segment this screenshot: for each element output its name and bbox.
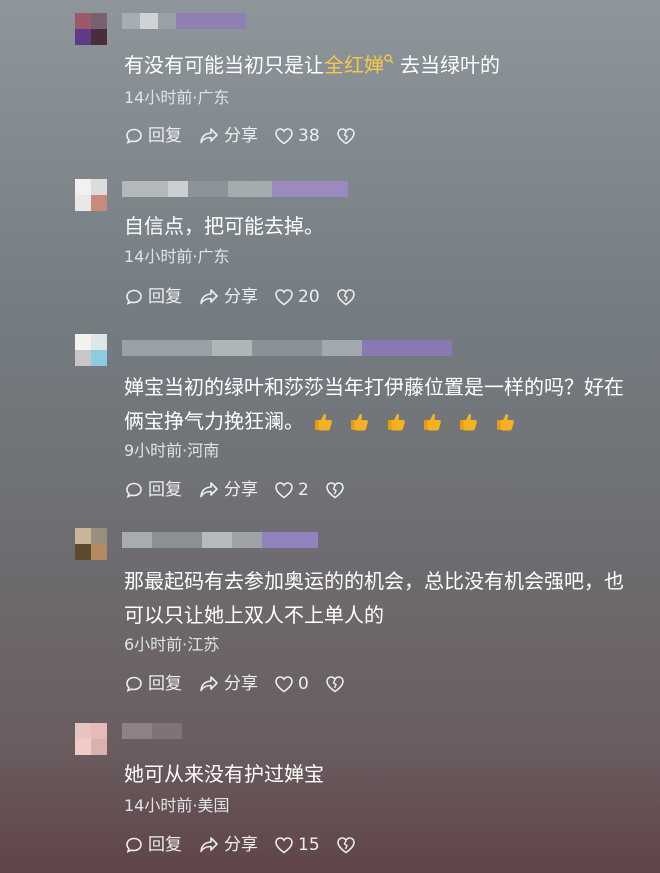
- like-count: 15: [298, 835, 320, 855]
- comment-text: 那最起码有去参加奥运的的机会，总比没有机会强吧，也 可以只让她上双人不上单人的: [124, 564, 659, 632]
- dislike-button[interactable]: [336, 127, 360, 145]
- broken-heart-icon: [336, 128, 355, 145]
- username-blurred[interactable]: [122, 13, 246, 29]
- search-icon[interactable]: [384, 54, 396, 65]
- like-count: 2: [298, 480, 309, 500]
- share-icon: [200, 676, 218, 692]
- share-label: 分享: [224, 287, 258, 307]
- share-button[interactable]: 分享: [198, 478, 258, 502]
- reply-icon: [126, 482, 142, 498]
- username-blurred[interactable]: [122, 340, 452, 356]
- comment-actions: 回复 分享 38: [124, 124, 376, 148]
- comment-text: 有没有可能当初只是让全红婵 去当绿叶的: [124, 48, 659, 82]
- reply-label: 回复: [148, 674, 182, 694]
- reply-icon: [126, 676, 142, 692]
- share-icon: [200, 289, 218, 305]
- share-label: 分享: [224, 835, 258, 855]
- username-blurred[interactable]: [122, 532, 318, 548]
- comment-meta: 14小时前·美国: [124, 796, 230, 815]
- like-count: 0: [298, 674, 309, 694]
- thumbs-up-icon: [423, 411, 443, 433]
- share-icon: [200, 482, 218, 498]
- reply-label: 回复: [148, 126, 182, 146]
- like-button[interactable]: 0: [274, 672, 309, 696]
- reply-icon: [126, 128, 142, 144]
- thumbs-up-icon: [314, 411, 334, 433]
- share-icon: [200, 837, 218, 853]
- avatar[interactable]: [75, 13, 107, 45]
- comment-actions: 回复 分享 0: [124, 672, 365, 696]
- avatar[interactable]: [75, 723, 107, 755]
- reply-label: 回复: [148, 835, 182, 855]
- heart-icon: [275, 482, 293, 499]
- heart-icon: [275, 837, 293, 854]
- reply-icon: [126, 289, 142, 305]
- comment-meta: 9小时前·河南: [124, 441, 220, 460]
- comment-actions: 回复 分享 15: [124, 833, 376, 857]
- comment-text-part: 有没有可能当初只是让: [124, 53, 324, 77]
- reply-label: 回复: [148, 480, 182, 500]
- comment-text-part: 俩宝挣气力挽狂澜。: [124, 409, 304, 433]
- heart-icon: [275, 289, 293, 306]
- reply-button[interactable]: 回复: [124, 672, 182, 696]
- broken-heart-icon: [336, 837, 355, 854]
- comment-meta: 14小时前·广东: [124, 88, 230, 107]
- like-count: 38: [298, 126, 320, 146]
- comment-meta: 6小时前·江苏: [124, 635, 220, 654]
- share-button[interactable]: 分享: [198, 285, 258, 309]
- reply-button[interactable]: 回复: [124, 124, 182, 148]
- dislike-button[interactable]: [336, 288, 360, 306]
- avatar[interactable]: [75, 528, 107, 560]
- username-blurred[interactable]: [122, 181, 348, 197]
- thumbs-up-emoji-row: [304, 406, 516, 440]
- reply-icon: [126, 837, 142, 853]
- thumbs-up-icon: [350, 411, 370, 433]
- comment-actions: 回复 分享 2: [124, 478, 365, 502]
- heart-icon: [275, 676, 293, 693]
- reply-label: 回复: [148, 287, 182, 307]
- like-button[interactable]: 2: [274, 478, 309, 502]
- share-label: 分享: [224, 126, 258, 146]
- like-button[interactable]: 15: [274, 833, 320, 857]
- comment-text: 她可从来没有护过婵宝: [124, 762, 324, 786]
- reply-button[interactable]: 回复: [124, 285, 182, 309]
- share-icon: [200, 128, 218, 144]
- dislike-button[interactable]: [325, 481, 349, 499]
- comment-text: 自信点，把可能去掉。: [124, 214, 324, 238]
- comment-meta: 14小时前·广东: [124, 247, 230, 266]
- dislike-button[interactable]: [336, 836, 360, 854]
- share-label: 分享: [224, 674, 258, 694]
- avatar[interactable]: [75, 334, 107, 366]
- reply-button[interactable]: 回复: [124, 478, 182, 502]
- reply-button[interactable]: 回复: [124, 833, 182, 857]
- username-blurred[interactable]: [122, 723, 182, 739]
- share-button[interactable]: 分享: [198, 833, 258, 857]
- thumbs-up-icon: [387, 411, 407, 433]
- broken-heart-icon: [326, 676, 344, 693]
- comment-text-part: 去当绿叶的: [400, 53, 500, 77]
- thumbs-up-icon: [496, 411, 516, 433]
- share-button[interactable]: 分享: [198, 672, 258, 696]
- comment-text-line: 可以只让她上双人不上单人的: [124, 603, 384, 627]
- comment-text-line: 俩宝挣气力挽狂澜。: [124, 404, 659, 440]
- broken-heart-icon: [326, 482, 344, 499]
- avatar[interactable]: [75, 179, 107, 211]
- search-link[interactable]: 全红婵: [324, 53, 384, 77]
- comment-text-line: 婵宝当初的绿叶和莎莎当年打伊藤位置是一样的吗？好在: [124, 375, 624, 399]
- comment-text-line: 那最起码有去参加奥运的的机会，总比没有机会强吧，也: [124, 569, 624, 593]
- heart-icon: [275, 128, 293, 145]
- share-label: 分享: [224, 480, 258, 500]
- like-count: 20: [298, 287, 320, 307]
- dislike-button[interactable]: [325, 675, 349, 693]
- comment-actions: 回复 分享 20: [124, 285, 376, 309]
- thumbs-up-icon: [459, 411, 479, 433]
- like-button[interactable]: 38: [274, 124, 320, 148]
- like-button[interactable]: 20: [274, 285, 320, 309]
- share-button[interactable]: 分享: [198, 124, 258, 148]
- comment-text: 婵宝当初的绿叶和莎莎当年打伊藤位置是一样的吗？好在 俩宝挣气力挽狂澜。: [124, 370, 659, 440]
- broken-heart-icon: [336, 289, 355, 306]
